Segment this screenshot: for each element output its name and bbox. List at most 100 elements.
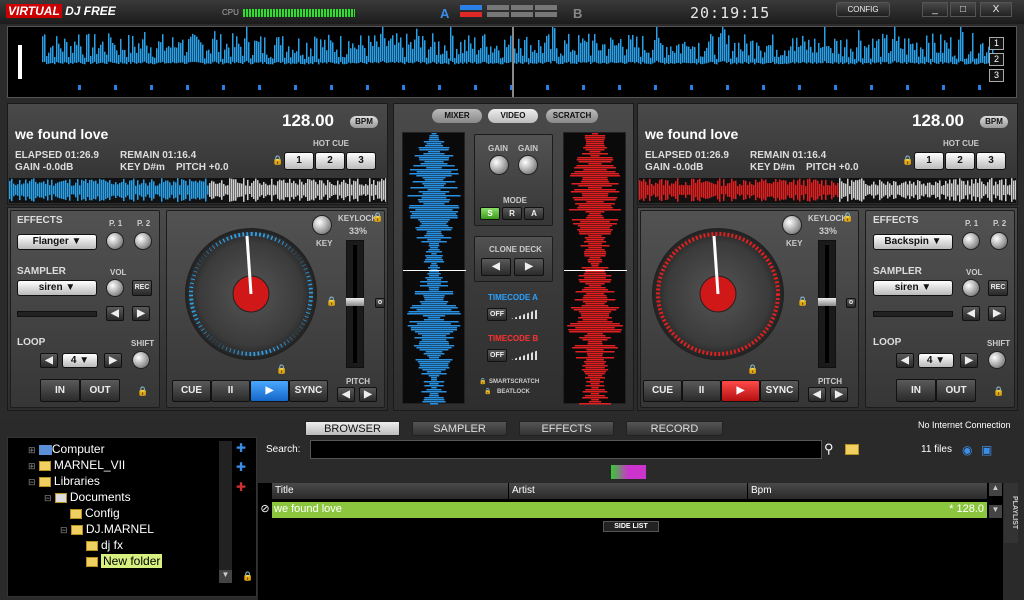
deck-right-hotcue-3[interactable]: 3 [976,152,1006,170]
deck-right-pitch-slider[interactable] [818,240,836,368]
mode-a-button[interactable]: A [524,207,544,220]
tree-item-config[interactable]: Config [70,506,120,520]
deck-right-cue-button[interactable]: CUE [643,380,682,402]
deck-right-p2-knob[interactable] [990,232,1008,250]
tree-scroll-down-icon[interactable]: ▼ [219,570,232,583]
tree-item-marnel[interactable]: ⊞ MARNEL_VII [28,458,125,472]
deck-right-p1-knob[interactable] [962,232,980,250]
tree-item-libraries[interactable]: ⊟ Libraries [28,474,100,488]
deck-left-vol-knob[interactable] [106,279,124,297]
keylock-lock-icon[interactable]: 🔒 [842,212,853,223]
tree-item-djfx[interactable]: dj fx [86,538,123,552]
remove-folder-icon[interactable]: ✚ [236,480,246,494]
maximize-button[interactable]: □ [950,2,976,17]
tree-item-computer[interactable]: ⊞ Computer [28,442,105,456]
timecode-b-off-button[interactable]: OFF [487,349,507,362]
lock-icon[interactable]: 🔒 [797,296,808,307]
deck-right-pitch-reset[interactable]: o [846,298,856,308]
tab-scratch[interactable]: SCRATCH [546,109,598,123]
tree-item-new-folder[interactable]: New folder [86,554,163,568]
timecode-a-off-button[interactable]: OFF [487,308,507,321]
deck-right-effect-select[interactable]: Backspin ▼ [873,234,953,250]
deck-left-pitch-down-icon[interactable]: ◀ [337,387,355,402]
mode-r-button[interactable]: R [502,207,522,220]
list-scroll-up-icon[interactable]: ▲ [989,483,1002,496]
lock-icon[interactable]: 🔒 [747,364,758,375]
tree-item-djmarnel[interactable]: ⊟ DJ.MARNEL [60,522,154,536]
folder-icon[interactable] [845,444,859,455]
deck-left-shift-knob[interactable] [132,351,150,369]
deck-right-sampler-slider[interactable] [873,311,953,317]
deck-left-rec-button[interactable]: REC [132,280,152,296]
deck-right-loop-up-icon[interactable]: ▶ [960,353,978,368]
deck-right-hotcue-1[interactable]: 1 [914,152,944,170]
mode-s-button[interactable]: S [480,207,500,220]
deck-right-loop-select[interactable]: 4 ▼ [918,353,954,368]
deck-left-play-button[interactable]: ▶ [250,380,289,402]
add-folder-icon[interactable]: ✚ [236,441,246,455]
tab-video[interactable]: VIDEO [488,109,538,123]
lock-icon[interactable]: 🔒 [242,571,253,582]
tab-mixer[interactable]: MIXER [432,109,482,123]
deck-right-rec-button[interactable]: REC [988,280,1008,296]
smartscratch-lock-icon[interactable]: 🔒 [479,378,486,385]
monitor-icon[interactable]: ▣ [981,443,992,457]
deck-left-p2-knob[interactable] [134,232,152,250]
deck-left-hotcue-2[interactable]: 2 [315,152,345,170]
deck-right-pitch-down-icon[interactable]: ◀ [808,387,826,402]
file-list[interactable] [258,483,1003,600]
deck-right-loop-down-icon[interactable]: ◀ [896,353,914,368]
overview-zoom-2[interactable]: 2 [989,53,1004,66]
deck-left-pause-button[interactable]: II [211,380,250,402]
deck-right-shift-knob[interactable] [988,351,1006,369]
deck-right-pitch-up-icon[interactable]: ▶ [830,387,848,402]
deck-left-cue-button[interactable]: CUE [172,380,211,402]
deck-right-pause-button[interactable]: II [682,380,721,402]
deck-left-key-knob[interactable] [312,215,332,235]
clone-right-icon[interactable]: ▶ [514,258,544,276]
add-filter-icon[interactable]: ✚ [236,460,246,474]
tab-record[interactable]: RECORD [626,421,723,436]
deck-left-loop-select[interactable]: 4 ▼ [62,353,98,368]
close-button[interactable]: X [980,2,1012,17]
tree-scrollbar[interactable] [219,441,232,571]
minimize-button[interactable]: _ [922,2,948,17]
deck-right-next-icon[interactable]: ▶ [988,306,1006,321]
deck-right-waveform[interactable] [639,178,1017,203]
lock-icon[interactable]: 🔒 [902,155,913,166]
tree-item-documents[interactable]: ⊟ Documents [44,490,131,504]
deck-right-hotcue-2[interactable]: 2 [945,152,975,170]
deck-right-vol-knob[interactable] [962,279,980,297]
config-button[interactable]: CONFIG [836,2,890,17]
deck-right-bpm-button[interactable]: BPM [980,116,1008,128]
tab-sampler[interactable]: SAMPLER [412,421,507,436]
column-artist[interactable]: Artist [509,483,747,499]
deck-left-effect-select[interactable]: Flanger ▼ [17,234,97,250]
beatlock-lock-icon[interactable]: 🔒 [484,388,491,395]
deck-left-vertical-waveform[interactable] [402,132,466,405]
gain-left-knob[interactable] [489,155,509,175]
deck-left-hotcue-3[interactable]: 3 [346,152,376,170]
deck-left-bpm-button[interactable]: BPM [350,116,378,128]
deck-left-loop-up-icon[interactable]: ▶ [104,353,122,368]
overview-zoom-1[interactable]: 1 [989,37,1004,50]
clone-left-icon[interactable]: ◀ [481,258,511,276]
deck-a-indicator[interactable]: A [440,6,449,21]
deck-left-prev-icon[interactable]: ◀ [106,306,124,321]
column-title[interactable]: Title [272,483,508,499]
deck-left-loop-down-icon[interactable]: ◀ [40,353,58,368]
globe-icon[interactable]: ◉ [962,443,972,457]
gain-right-knob[interactable] [518,155,538,175]
deck-left-waveform[interactable] [9,178,387,203]
keylock-lock-icon[interactable]: 🔒 [372,212,383,223]
deck-left-loop-out-button[interactable]: OUT [80,379,120,402]
deck-right-prev-icon[interactable]: ◀ [962,306,980,321]
deck-left-pitch-reset[interactable]: o [375,298,385,308]
cover-flow-icon[interactable] [611,465,646,479]
deck-left-pitch-slider[interactable] [346,240,364,368]
deck-right-key-knob[interactable] [782,215,802,235]
tab-browser[interactable]: BROWSER [305,421,400,436]
deck-b-indicator[interactable]: B [573,6,582,21]
side-list-button[interactable]: SIDE LIST [603,521,659,532]
deck-right-play-button[interactable]: ▶ [721,380,760,402]
